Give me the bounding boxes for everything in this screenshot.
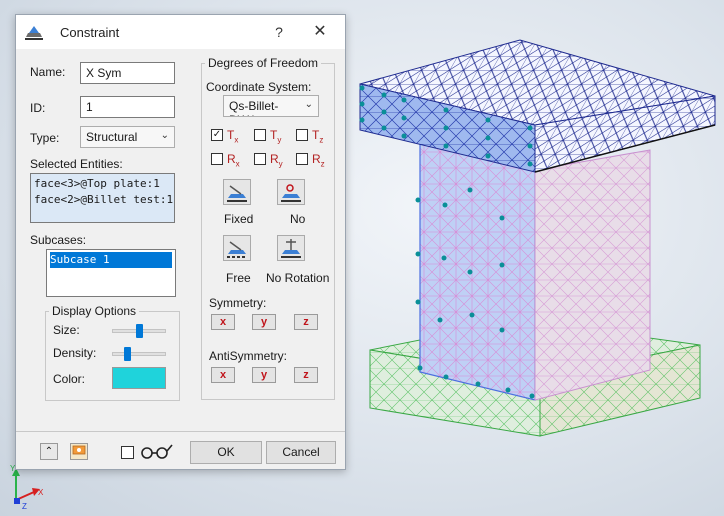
tz-label: Tz [312, 128, 324, 145]
antisymmetry-x-button[interactable]: x [211, 367, 235, 383]
footer-divider [16, 431, 345, 432]
antisymmetry-label: AntiSymmetry: [209, 349, 288, 363]
settings-icon [72, 445, 86, 455]
cancel-button[interactable]: Cancel [266, 441, 336, 464]
glasses-icon [141, 444, 173, 459]
constraint-app-icon [25, 26, 43, 40]
checkbox-rx[interactable] [211, 153, 223, 165]
selected-entities-list[interactable]: face<3>@Top plate:1 face<2>@Billet test:… [30, 173, 175, 223]
name-input[interactable]: X Sym [80, 62, 175, 84]
list-item[interactable]: face<3>@Top plate:1 [34, 176, 171, 192]
name-label: Name: [30, 65, 66, 79]
symmetry-z-button[interactable]: z [294, 314, 318, 330]
size-slider-thumb[interactable] [135, 324, 143, 338]
symmetry-y-button[interactable]: y [252, 314, 276, 330]
type-select[interactable]: Structural ⌄ [80, 126, 175, 148]
antisymmetry-z-button[interactable]: z [294, 367, 318, 383]
billet-column [419, 139, 651, 401]
checkbox-rz[interactable] [296, 153, 308, 165]
fixed-label: Fixed [224, 212, 254, 226]
chevron-down-icon: ⌄ [302, 98, 313, 112]
no-translation-icon [281, 184, 301, 202]
type-select-value: Structural [86, 130, 138, 144]
dof-title: Degrees of Freedom [205, 56, 322, 70]
fixed-constraint-icon [227, 185, 247, 202]
free-label: Free [226, 271, 251, 285]
coordinate-system-label: Coordinate System: [206, 80, 312, 94]
ry-label: Ry [270, 152, 283, 169]
list-item[interactable]: face<2>@Billet test:1 [34, 192, 173, 208]
color-swatch[interactable] [112, 367, 166, 389]
rz-label: Rz [312, 152, 325, 169]
collapse-button[interactable]: ⌃ [40, 443, 58, 460]
density-label: Density: [53, 346, 97, 360]
triad-x-label: X [38, 488, 44, 497]
subcases-list[interactable]: Subcase 1 [46, 249, 176, 297]
free-preset-button[interactable] [223, 235, 251, 261]
no-translation-preset-button[interactable] [277, 179, 305, 205]
help-button[interactable]: ? [266, 21, 292, 43]
list-item[interactable]: Subcase 1 [50, 252, 172, 268]
close-button[interactable]: ✕ [306, 21, 334, 43]
title-bar[interactable]: Constraint ? ✕ [16, 15, 345, 49]
ok-button[interactable]: OK [190, 441, 262, 464]
check-icon: ✓ [212, 129, 222, 140]
constraint-dialog: Constraint ? ✕ Name: X Sym ID: 1 Type: S… [15, 14, 346, 470]
glasses-toggle-checkbox[interactable] [121, 446, 134, 459]
top-plate [359, 39, 716, 173]
coordinate-system-value: Qs-Billet-DW.iar [229, 99, 279, 116]
density-slider[interactable] [112, 352, 166, 356]
density-slider-thumb[interactable] [123, 347, 131, 361]
dialog-title: Constraint [60, 25, 120, 40]
checkbox-ty[interactable] [254, 129, 266, 141]
checkbox-ry[interactable] [254, 153, 266, 165]
no-rotation-preset-button[interactable] [277, 235, 305, 261]
color-label: Color: [53, 372, 86, 386]
display-options-title: Display Options [49, 304, 140, 318]
fixed-preset-button[interactable] [223, 179, 251, 205]
antisymmetry-y-button[interactable]: y [252, 367, 276, 383]
checkbox-tx[interactable]: ✓ [211, 129, 223, 141]
type-label: Type: [30, 131, 60, 145]
tx-label: Tx [227, 128, 239, 145]
ty-label: Ty [270, 128, 282, 145]
symmetry-x-button[interactable]: x [211, 314, 235, 330]
chevron-down-icon: ⌄ [160, 130, 169, 141]
id-input[interactable]: 1 [80, 96, 175, 118]
no-label: No [290, 212, 306, 226]
settings-button[interactable] [70, 443, 88, 460]
no-rotation-icon [281, 239, 301, 258]
no-rotation-label: No Rotation [266, 271, 330, 285]
symmetry-label: Symmetry: [209, 296, 267, 310]
rx-label: Rx [227, 152, 240, 169]
selected-entities-label: Selected Entities: [30, 157, 123, 171]
free-constraint-icon [227, 241, 247, 258]
size-label: Size: [53, 323, 80, 337]
checkbox-tz[interactable] [296, 129, 308, 141]
coordinate-system-select[interactable]: Qs-Billet-DW.iar ⌄ [223, 95, 319, 117]
triad-z-label: Z [22, 502, 27, 511]
subcases-label: Subcases: [30, 233, 87, 247]
id-label: ID: [30, 101, 46, 115]
double-chevron-up-icon: ⌃ [44, 446, 54, 457]
